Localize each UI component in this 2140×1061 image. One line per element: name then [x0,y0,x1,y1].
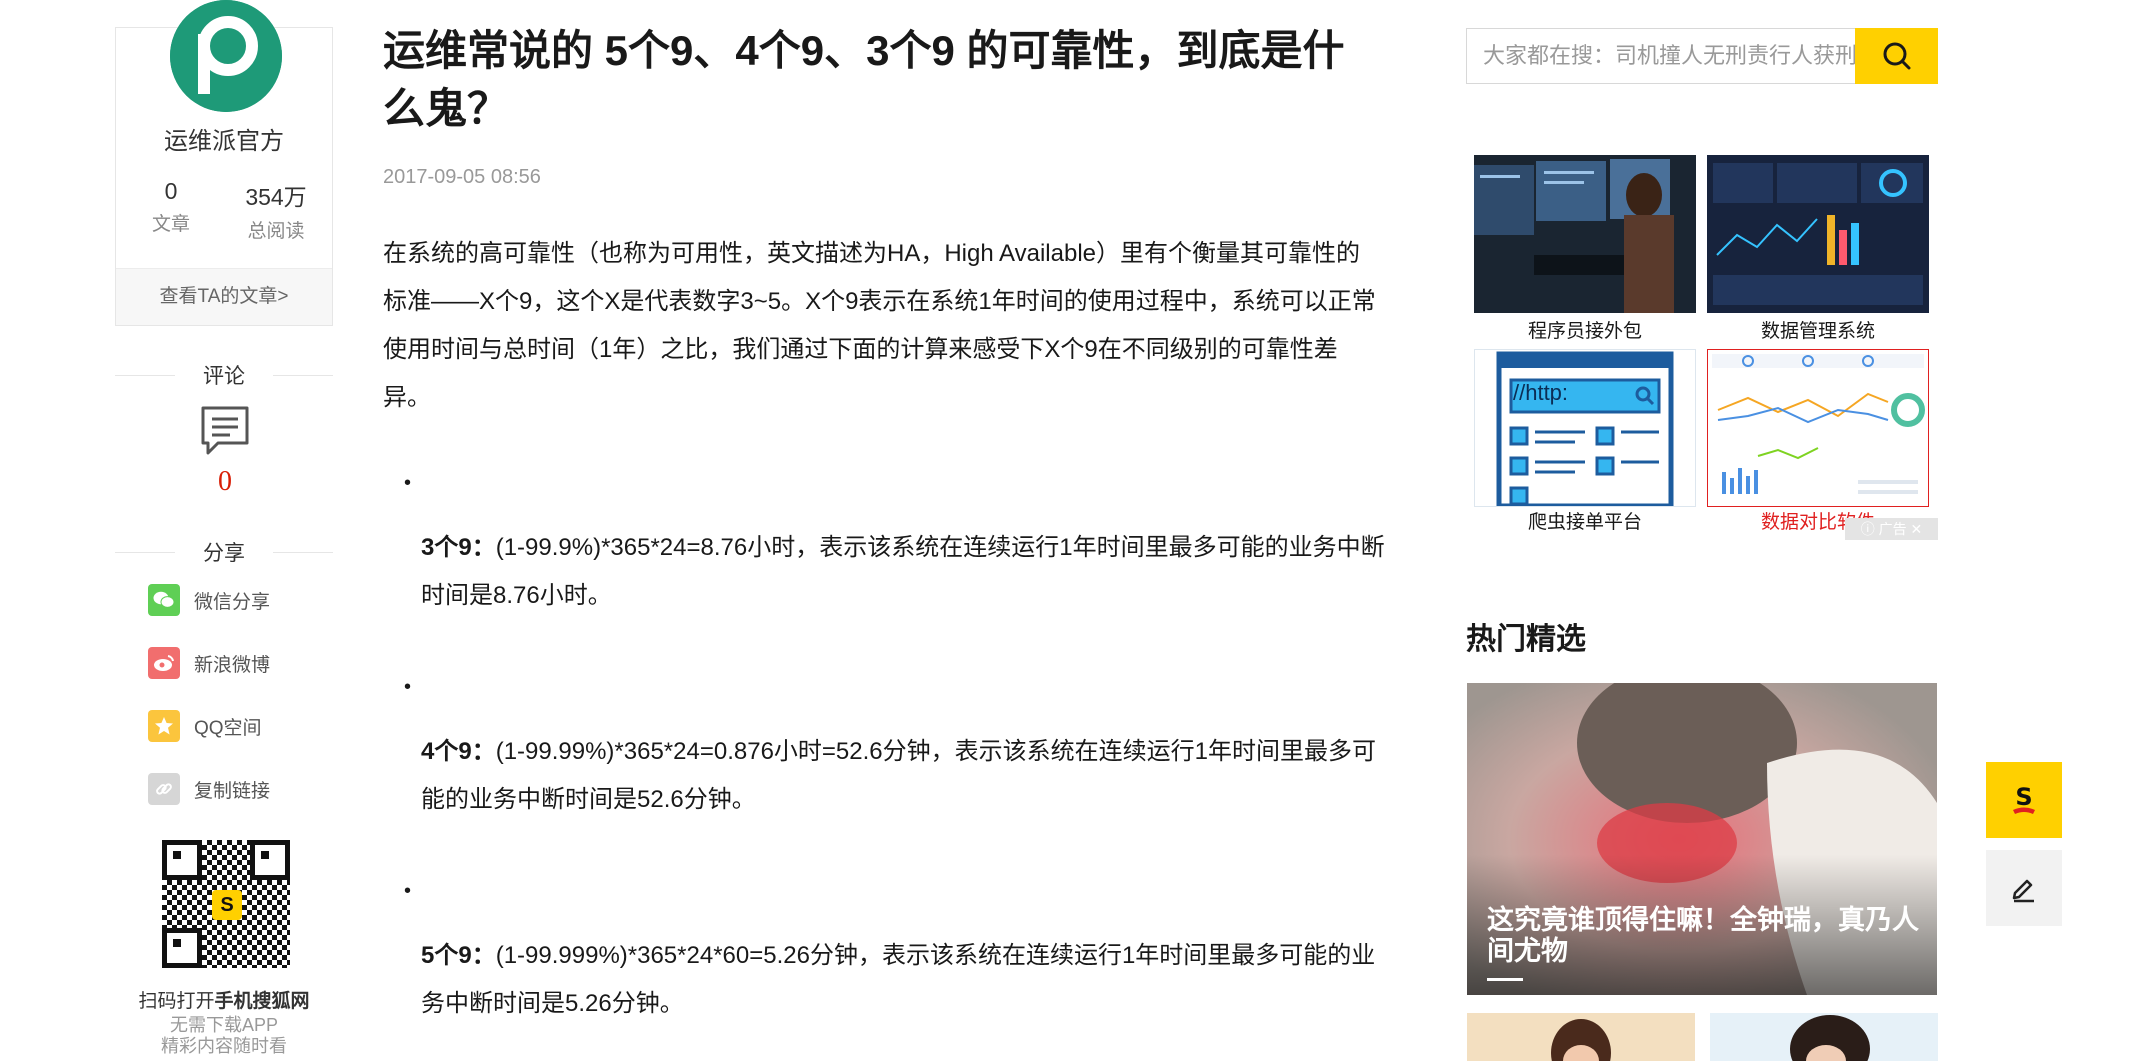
view-author-articles-link[interactable]: 查看TA的文章> [116,268,332,325]
list-item-label: 4个9： [421,738,496,765]
ad-image-data-compare[interactable] [1707,349,1929,507]
share-section-title: 分享 [115,537,333,567]
article-intro: 在系统的高可靠性（也称为可用性，英文描述为HA，High Available）里… [383,240,1376,411]
share-wechat-button[interactable]: 微信分享 [148,582,270,618]
write-button[interactable] [1986,850,2062,926]
qr-subcaption-line2: 精彩内容随时看 [161,1036,287,1056]
ad-label-data-management[interactable]: 数据管理系统 [1707,316,1929,343]
article-count-label: 文章 [151,214,190,235]
list-item: 4个9：(1-99.99%)*365*24=0.876小时=52.6分钟，表示该… [421,728,1391,824]
hot-feature-card[interactable]: 这究竟谁顶得住嘛！全钟瑞，真乃人间尤物 [1467,683,1937,995]
carousel-indicator [1487,978,1523,981]
ad-info-icon: ⓘ [1860,521,1875,537]
list-item-label: 5个9： [421,942,496,969]
qr-subcaption: 无需下载APP 精彩内容随时看 [115,1015,333,1057]
article-date: 2017-09-05 08:56 [383,166,541,188]
sohu-s-icon: S [2013,783,2035,814]
total-reads-stat: 354万 总阅读 [226,178,326,243]
ad-url-text: //http: [1513,380,1569,405]
qzone-icon [148,710,180,742]
copy-link-label: 复制链接 [194,780,271,802]
list-bullet: • [404,676,412,698]
qr-caption: 扫码打开手机搜狐网 [115,986,333,1013]
article-count-stat: 0 文章 [121,178,221,236]
weibo-icon [148,647,180,679]
article-title: 运维常说的 5个9、4个9、3个9 的可靠性，到底是什么鬼？ [383,27,1345,132]
search-icon [1883,42,1910,70]
list-item-text: (1-99.99%)*365*24=0.876小时=52.6分钟，表示该系统在连… [421,738,1376,813]
ad-label-crawler[interactable]: 爬虫接单平台 [1474,507,1696,534]
mobile-qr-code: S [162,840,290,968]
qr-caption-prefix: 扫码打开 [138,991,215,1012]
sohu-logo-icon: S [212,890,242,920]
list-item-label: 3个9： [421,534,496,561]
edit-pen-icon [2012,879,2034,903]
share-qzone-button[interactable]: QQ空间 [148,708,262,744]
ad-marker[interactable]: ⓘ 广告 ✕ [1845,518,1938,540]
comments-section-title: 评论 [115,360,333,390]
qr-caption-site: 手机搜狐网 [214,991,310,1012]
link-icon [148,773,180,805]
author-name[interactable]: 运维派官方 [116,121,332,156]
total-reads-value: 354万 [245,184,307,210]
ad-image-crawler[interactable]: //http: [1474,349,1696,507]
hot-picks-title: 热门精选 [1466,623,1586,656]
copy-link-button[interactable]: 复制链接 [148,771,270,807]
list-item: 3个9：(1-99.9%)*365*24=8.76小时，表示该系统在连续运行1年… [421,524,1391,620]
ad-label-outsourcing[interactable]: 程序员接外包 [1474,316,1696,343]
share-weibo-button[interactable]: 新浪微博 [148,645,270,681]
list-bullet: • [404,880,412,902]
list-item-text: (1-99.9%)*365*24=8.76小时，表示该系统在连续运行1年时间里最… [421,534,1385,609]
share-qzone-label: QQ空间 [194,717,262,739]
search-input[interactable]: 大家都在搜：司机撞人无刑责行人获刑 [1466,28,1856,84]
ad-image-data-management[interactable] [1707,155,1929,313]
ad-close-icon[interactable]: ✕ [1911,521,1923,537]
comment-icon[interactable] [200,405,250,457]
comment-count[interactable]: 0 [200,466,250,498]
share-wechat-label: 微信分享 [194,591,271,613]
sohu-app-button[interactable]: S [1986,762,2062,838]
ad-image-outsourcing[interactable] [1474,155,1696,313]
article-count-value: 0 [164,178,178,204]
list-bullet: • [404,472,412,494]
author-avatar[interactable] [170,0,282,112]
svg-text:S: S [2015,783,2032,811]
hot-thumb-1[interactable] [1467,1013,1695,1061]
list-item: 5个9：(1-99.999%)*365*24*60=5.26分钟，表示该系统在连… [421,932,1391,1028]
hot-feature-caption: 这究竟谁顶得住嘛！全钟瑞，真乃人间尤物 [1487,905,1919,966]
author-card: 运维派官方 0 文章 354万 总阅读 查看TA的文章> [115,0,333,326]
total-reads-label: 总阅读 [247,221,305,242]
hot-thumb-2[interactable] [1710,1013,1938,1061]
share-weibo-label: 新浪微博 [194,654,271,676]
search-button[interactable] [1855,28,1938,84]
list-item-text: (1-99.999%)*365*24*60=5.26分钟，表示该系统在连续运行1… [421,942,1376,1017]
qr-subcaption-line1: 无需下载APP [169,1015,279,1035]
wechat-icon [148,584,180,616]
ad-marker-label: 广告 [1878,521,1907,537]
